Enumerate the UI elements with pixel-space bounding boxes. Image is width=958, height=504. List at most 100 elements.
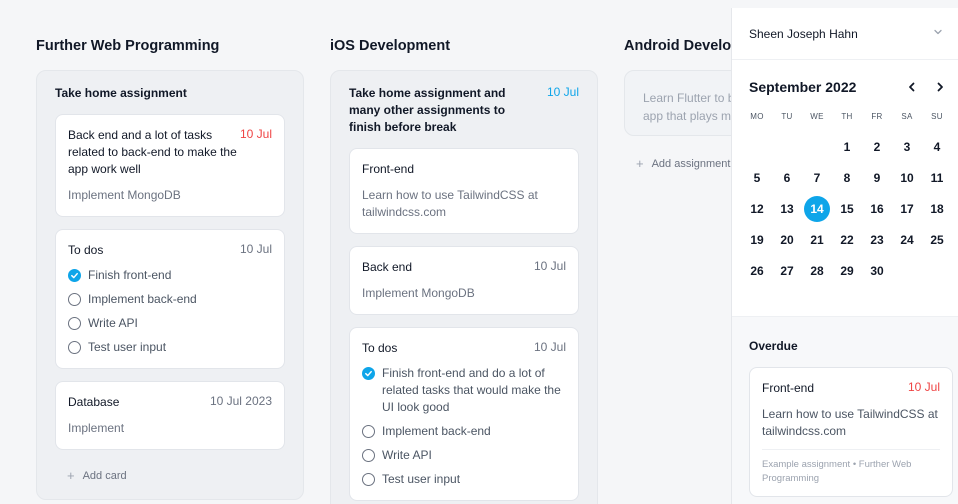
due-date: 10 Jul	[546, 85, 579, 99]
todo-item[interactable]: Implement back-end	[68, 291, 272, 308]
calendar-day[interactable]: 13	[772, 194, 802, 225]
plus-icon: +	[67, 468, 75, 483]
todo-item[interactable]: Test user input	[68, 339, 272, 356]
calendar-day[interactable]: 18	[922, 194, 952, 225]
circle-icon[interactable]	[362, 425, 375, 438]
calendar-empty-cell	[802, 132, 832, 163]
panel-header: Take home assignment	[55, 85, 285, 102]
circle-icon[interactable]	[362, 473, 375, 486]
calendar-empty-cell	[742, 132, 772, 163]
calendar-day[interactable]: 24	[892, 225, 922, 256]
calendar-day[interactable]: 17	[892, 194, 922, 225]
calendar-day[interactable]: 22	[832, 225, 862, 256]
overdue-card[interactable]: Front-end 10 Jul Learn how to use Tailwi…	[749, 367, 953, 497]
add-assignment-label: Add assignment	[651, 157, 731, 170]
circle-icon[interactable]	[362, 449, 375, 462]
calendar-day[interactable]: 12	[742, 194, 772, 225]
day-number: 30	[870, 264, 884, 278]
calendar-day[interactable]: 11	[922, 163, 952, 194]
due-date: 10 Jul	[239, 242, 272, 256]
card-title: Back end and a lot of tasks related to b…	[68, 128, 237, 176]
calendar-day[interactable]: 29	[832, 256, 862, 287]
calendar-day[interactable]: 23	[862, 225, 892, 256]
day-number: 19	[750, 233, 764, 247]
card-body: Implement	[68, 421, 125, 435]
todo-item[interactable]: Finish front-end	[68, 267, 272, 284]
day-number: 25	[930, 233, 944, 247]
todo-label: Write API	[88, 316, 138, 330]
todo-card[interactable]: To dos 10 Jul Finish front-end and do a …	[349, 327, 579, 501]
todo-list: Finish front-end and do a lot of related…	[362, 365, 566, 488]
calendar-day[interactable]: 16	[862, 194, 892, 225]
task-card[interactable]: Front-end Learn how to use TailwindCSS a…	[349, 148, 579, 234]
calendar-day[interactable]: 8	[832, 163, 862, 194]
task-card[interactable]: Back end and a lot of tasks related to b…	[55, 114, 285, 217]
assignment-panel[interactable]: Take home assignment Back end and a lot …	[36, 70, 304, 500]
day-number: 14	[804, 196, 830, 222]
chevron-down-icon[interactable]	[932, 25, 944, 43]
calendar-day[interactable]: 28	[802, 256, 832, 287]
day-number: 6	[783, 171, 791, 185]
weekday-label: MO	[750, 112, 764, 121]
todo-item[interactable]: Implement back-end	[362, 423, 566, 440]
circle-icon[interactable]	[68, 317, 81, 330]
assignment-panel[interactable]: Take home assignment and many other assi…	[330, 70, 598, 504]
calendar-day[interactable]: 20	[772, 225, 802, 256]
calendar-day[interactable]: 21	[802, 225, 832, 256]
todo-item[interactable]: Write API	[68, 315, 272, 332]
day-number: 5	[753, 171, 761, 185]
task-card[interactable]: Database 10 Jul 2023 Implement	[55, 381, 285, 450]
checked-circle-icon[interactable]	[68, 269, 81, 282]
day-number: 21	[810, 233, 824, 247]
calendar-day[interactable]: 4	[922, 132, 952, 163]
chevron-right-icon[interactable]	[932, 79, 948, 95]
card-title: Front-end	[762, 381, 815, 395]
card-title: To dos	[68, 243, 104, 257]
day-number: 1	[843, 140, 851, 154]
calendar-day[interactable]: 26	[742, 256, 772, 287]
calendar-day[interactable]: 19	[742, 225, 772, 256]
calendar-day[interactable]: 15	[832, 194, 862, 225]
calendar-day[interactable]: 7	[802, 163, 832, 194]
day-number: 22	[840, 233, 854, 247]
calendar-day[interactable]: 27	[772, 256, 802, 287]
weekday-label: TU	[781, 112, 793, 121]
day-number: 23	[870, 233, 884, 247]
day-number: 12	[750, 202, 764, 216]
todo-item[interactable]: Test user input	[362, 471, 566, 488]
add-card-button[interactable]: + Add card	[55, 468, 285, 483]
user-menu[interactable]: Sheen Joseph Hahn	[732, 8, 958, 60]
calendar-day[interactable]: 5	[742, 163, 772, 194]
user-name: Sheen Joseph Hahn	[749, 26, 858, 41]
todo-item[interactable]: Finish front-end and do a lot of related…	[362, 365, 566, 416]
panel-title: Take home assignment and many other assi…	[349, 86, 506, 134]
chevron-left-icon[interactable]	[904, 79, 920, 95]
circle-icon[interactable]	[68, 293, 81, 306]
calendar-day[interactable]: 3	[892, 132, 922, 163]
todo-card[interactable]: To dos 10 Jul Finish front-end Implement…	[55, 229, 285, 369]
day-number: 20	[780, 233, 794, 247]
day-number: 18	[930, 202, 944, 216]
calendar-day[interactable]: 10	[892, 163, 922, 194]
card-body: Implement MongoDB	[362, 286, 475, 300]
calendar-day-selected[interactable]: 14	[802, 194, 832, 225]
due-date: 10 Jul	[907, 380, 940, 394]
calendar-empty-cell	[772, 132, 802, 163]
add-card-label: Add card	[82, 469, 127, 482]
calendar: September 2022 MO TU WE TH FR SA SU 1 2 3 4 5 6 7 8 9 10…	[732, 60, 958, 287]
task-card[interactable]: Back end 10 Jul Implement MongoDB	[349, 246, 579, 315]
calendar-day[interactable]: 30	[862, 256, 892, 287]
card-meta: Example assignment • Further Web Program…	[762, 459, 912, 484]
calendar-grid: MO TU WE TH FR SA SU 1 2 3 4 5 6 7 8 9 10 11 12 13 14 15 16 17 1…	[742, 102, 948, 287]
day-number: 13	[780, 202, 794, 216]
checked-circle-icon[interactable]	[362, 367, 375, 380]
day-number: 8	[843, 171, 851, 185]
circle-icon[interactable]	[68, 341, 81, 354]
todo-item[interactable]: Write API	[362, 447, 566, 464]
calendar-day[interactable]: 25	[922, 225, 952, 256]
card-title: Back end	[362, 260, 413, 274]
calendar-day[interactable]: 6	[772, 163, 802, 194]
calendar-day[interactable]: 9	[862, 163, 892, 194]
calendar-day[interactable]: 1	[832, 132, 862, 163]
calendar-day[interactable]: 2	[862, 132, 892, 163]
